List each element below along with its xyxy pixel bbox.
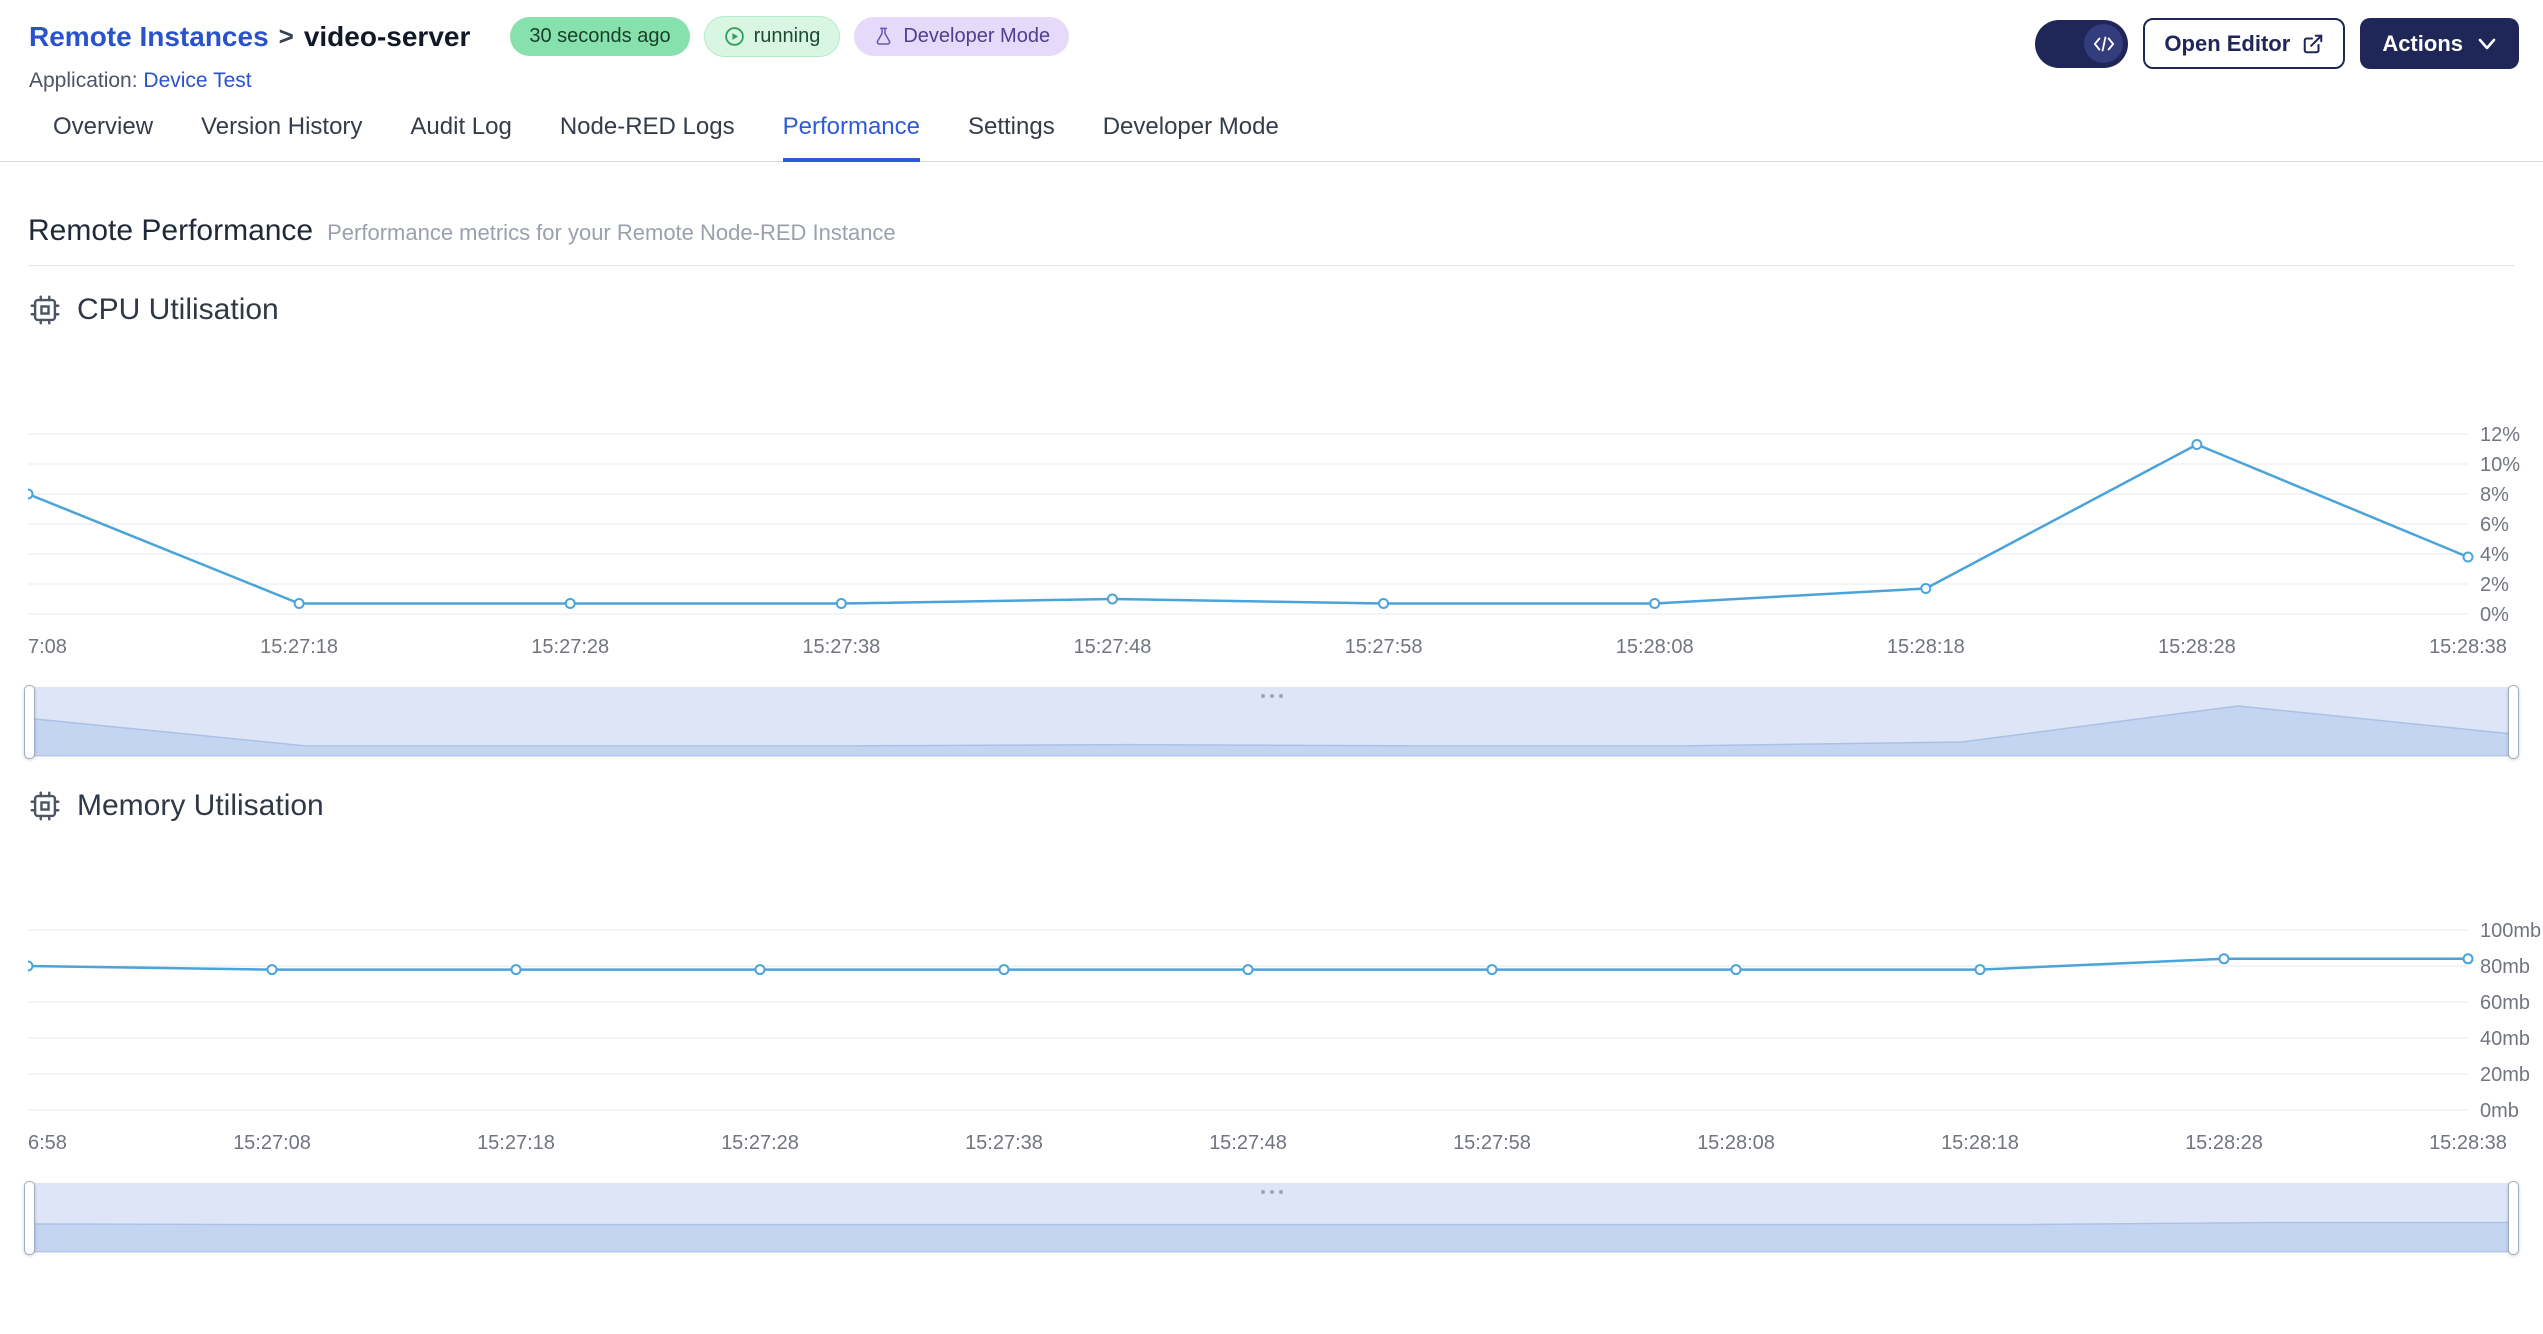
cpu-chart[interactable]: 0% 2% 4% 6% 8% 10% 12% 7:08 15:27:18 15:27:28 15:2… <box>28 339 2543 669</box>
svg-text:15:27:28: 15:27:28 <box>721 1132 799 1154</box>
svg-text:15:27:58: 15:27:58 <box>1345 636 1423 658</box>
application-row: Application: Device Test <box>29 69 1069 93</box>
svg-text:60mb: 60mb <box>2480 992 2530 1014</box>
tab-performance[interactable]: Performance <box>782 113 920 162</box>
svg-text:15:28:28: 15:28:28 <box>2158 636 2236 658</box>
external-link-icon <box>2302 33 2324 55</box>
actions-button[interactable]: Actions <box>2360 18 2519 69</box>
svg-text:20mb: 20mb <box>2480 1064 2530 1086</box>
svg-text:15:28:38: 15:28:38 <box>2429 636 2507 658</box>
memory-navigator-grip[interactable] <box>1260 1190 1283 1194</box>
page-title-row: Remote Performance Performance metrics f… <box>28 214 2515 248</box>
cpu-navigator-left-handle[interactable] <box>24 685 35 759</box>
open-editor-button[interactable]: Open Editor <box>2143 18 2346 69</box>
developer-mode-badge: Developer Mode <box>854 17 1070 56</box>
tab-developer-mode[interactable]: Developer Mode <box>1103 113 1279 162</box>
svg-text:15:27:18: 15:27:18 <box>260 636 338 658</box>
svg-text:15:28:28: 15:28:28 <box>2185 1132 2263 1154</box>
memory-chip-icon <box>28 789 62 823</box>
svg-text:0mb: 0mb <box>2480 1100 2519 1122</box>
status-badges: 30 seconds ago running Developer Mode <box>510 16 1070 57</box>
svg-text:12%: 12% <box>2480 424 2520 446</box>
svg-text:0%: 0% <box>2480 604 2509 626</box>
cpu-navigator-right-handle[interactable] <box>2508 685 2519 759</box>
header-actions: Open Editor Actions <box>2035 18 2519 69</box>
main-content: Remote Performance Performance metrics f… <box>0 214 2543 1255</box>
cpu-chip-icon <box>28 293 62 327</box>
breadcrumb-root-link[interactable]: Remote Instances <box>29 21 269 53</box>
application-label: Application: <box>29 69 138 92</box>
tab-node-red-logs[interactable]: Node-RED Logs <box>560 113 735 162</box>
svg-text:15:27:38: 15:27:38 <box>965 1132 1043 1154</box>
svg-text:15:28:18: 15:28:18 <box>1941 1132 2019 1154</box>
open-editor-label: Open Editor <box>2164 30 2291 56</box>
svg-text:15:27:58: 15:27:58 <box>1453 1132 1531 1154</box>
memory-navigator-selection[interactable] <box>29 1184 2514 1252</box>
toggle-knob <box>2084 24 2124 63</box>
memory-section-header: Memory Utilisation <box>28 789 2515 823</box>
svg-text:15:27:48: 15:27:48 <box>1209 1132 1287 1154</box>
developer-mode-toggle[interactable] <box>2035 19 2129 68</box>
tab-settings[interactable]: Settings <box>968 113 1055 162</box>
svg-text:15:27:48: 15:27:48 <box>1074 636 1152 658</box>
running-status-badge: running <box>703 16 841 57</box>
svg-text:15:28:18: 15:28:18 <box>1887 636 1965 658</box>
page-subtitle: Performance metrics for your Remote Node… <box>327 220 896 245</box>
svg-text:15:28:08: 15:28:08 <box>1697 1132 1775 1154</box>
cpu-section-header: CPU Utilisation <box>28 293 2515 327</box>
chevron-down-icon <box>2477 37 2497 51</box>
breadcrumb: Remote Instances > video-server 30 secon… <box>29 16 1070 57</box>
breadcrumb-separator: > <box>278 21 294 51</box>
actions-label: Actions <box>2382 30 2463 56</box>
svg-text:15:28:08: 15:28:08 <box>1616 636 1694 658</box>
svg-text:15:27:18: 15:27:18 <box>477 1132 555 1154</box>
svg-text:10%: 10% <box>2480 454 2520 476</box>
header-left: Remote Instances > video-server 30 secon… <box>29 16 1070 93</box>
svg-text:15:27:28: 15:27:28 <box>531 636 609 658</box>
svg-text:7:08: 7:08 <box>28 636 67 658</box>
tab-bar: Overview Version History Audit Log Node-… <box>0 93 2543 162</box>
tab-audit-log[interactable]: Audit Log <box>410 113 511 162</box>
memory-navigator-right-handle[interactable] <box>2508 1181 2519 1255</box>
page-header: Remote Instances > video-server 30 secon… <box>0 0 2543 93</box>
tab-overview[interactable]: Overview <box>53 113 153 162</box>
tab-version-history[interactable]: Version History <box>201 113 362 162</box>
memory-chart[interactable]: 0mb 20mb 40mb 60mb 80mb 100mb 6:58 15:27:08 15:2… <box>28 835 2543 1165</box>
svg-text:15:27:08: 15:27:08 <box>233 1132 311 1154</box>
title-divider <box>28 265 2515 266</box>
last-seen-label: 30 seconds ago <box>529 25 671 47</box>
code-icon <box>2093 35 2115 53</box>
svg-text:6:58: 6:58 <box>28 1132 67 1154</box>
beaker-icon <box>873 26 894 47</box>
cpu-section-title: CPU Utilisation <box>77 293 279 326</box>
cpu-navigator-grip[interactable] <box>1260 694 1283 698</box>
breadcrumb-current: video-server <box>303 20 471 52</box>
svg-text:80mb: 80mb <box>2480 956 2530 978</box>
svg-text:40mb: 40mb <box>2480 1028 2530 1050</box>
cpu-navigator-selection[interactable] <box>29 688 2514 756</box>
play-circle-icon <box>724 26 745 47</box>
svg-text:100mb: 100mb <box>2480 920 2541 942</box>
page-title: Remote Performance <box>28 214 314 247</box>
last-seen-badge: 30 seconds ago <box>510 17 690 56</box>
cpu-chart-navigator[interactable] <box>24 685 2519 759</box>
application-link[interactable]: Device Test <box>143 69 251 92</box>
memory-navigator-left-handle[interactable] <box>24 1181 35 1255</box>
running-status-label: running <box>753 25 821 47</box>
svg-text:4%: 4% <box>2480 544 2509 566</box>
memory-chart-navigator[interactable] <box>24 1181 2519 1255</box>
memory-section-title: Memory Utilisation <box>77 789 324 822</box>
svg-text:15:28:38: 15:28:38 <box>2429 1132 2507 1154</box>
svg-text:6%: 6% <box>2480 514 2509 536</box>
svg-text:2%: 2% <box>2480 574 2509 596</box>
developer-mode-label: Developer Mode <box>903 25 1051 47</box>
svg-text:15:27:38: 15:27:38 <box>802 636 880 658</box>
svg-text:8%: 8% <box>2480 484 2509 506</box>
